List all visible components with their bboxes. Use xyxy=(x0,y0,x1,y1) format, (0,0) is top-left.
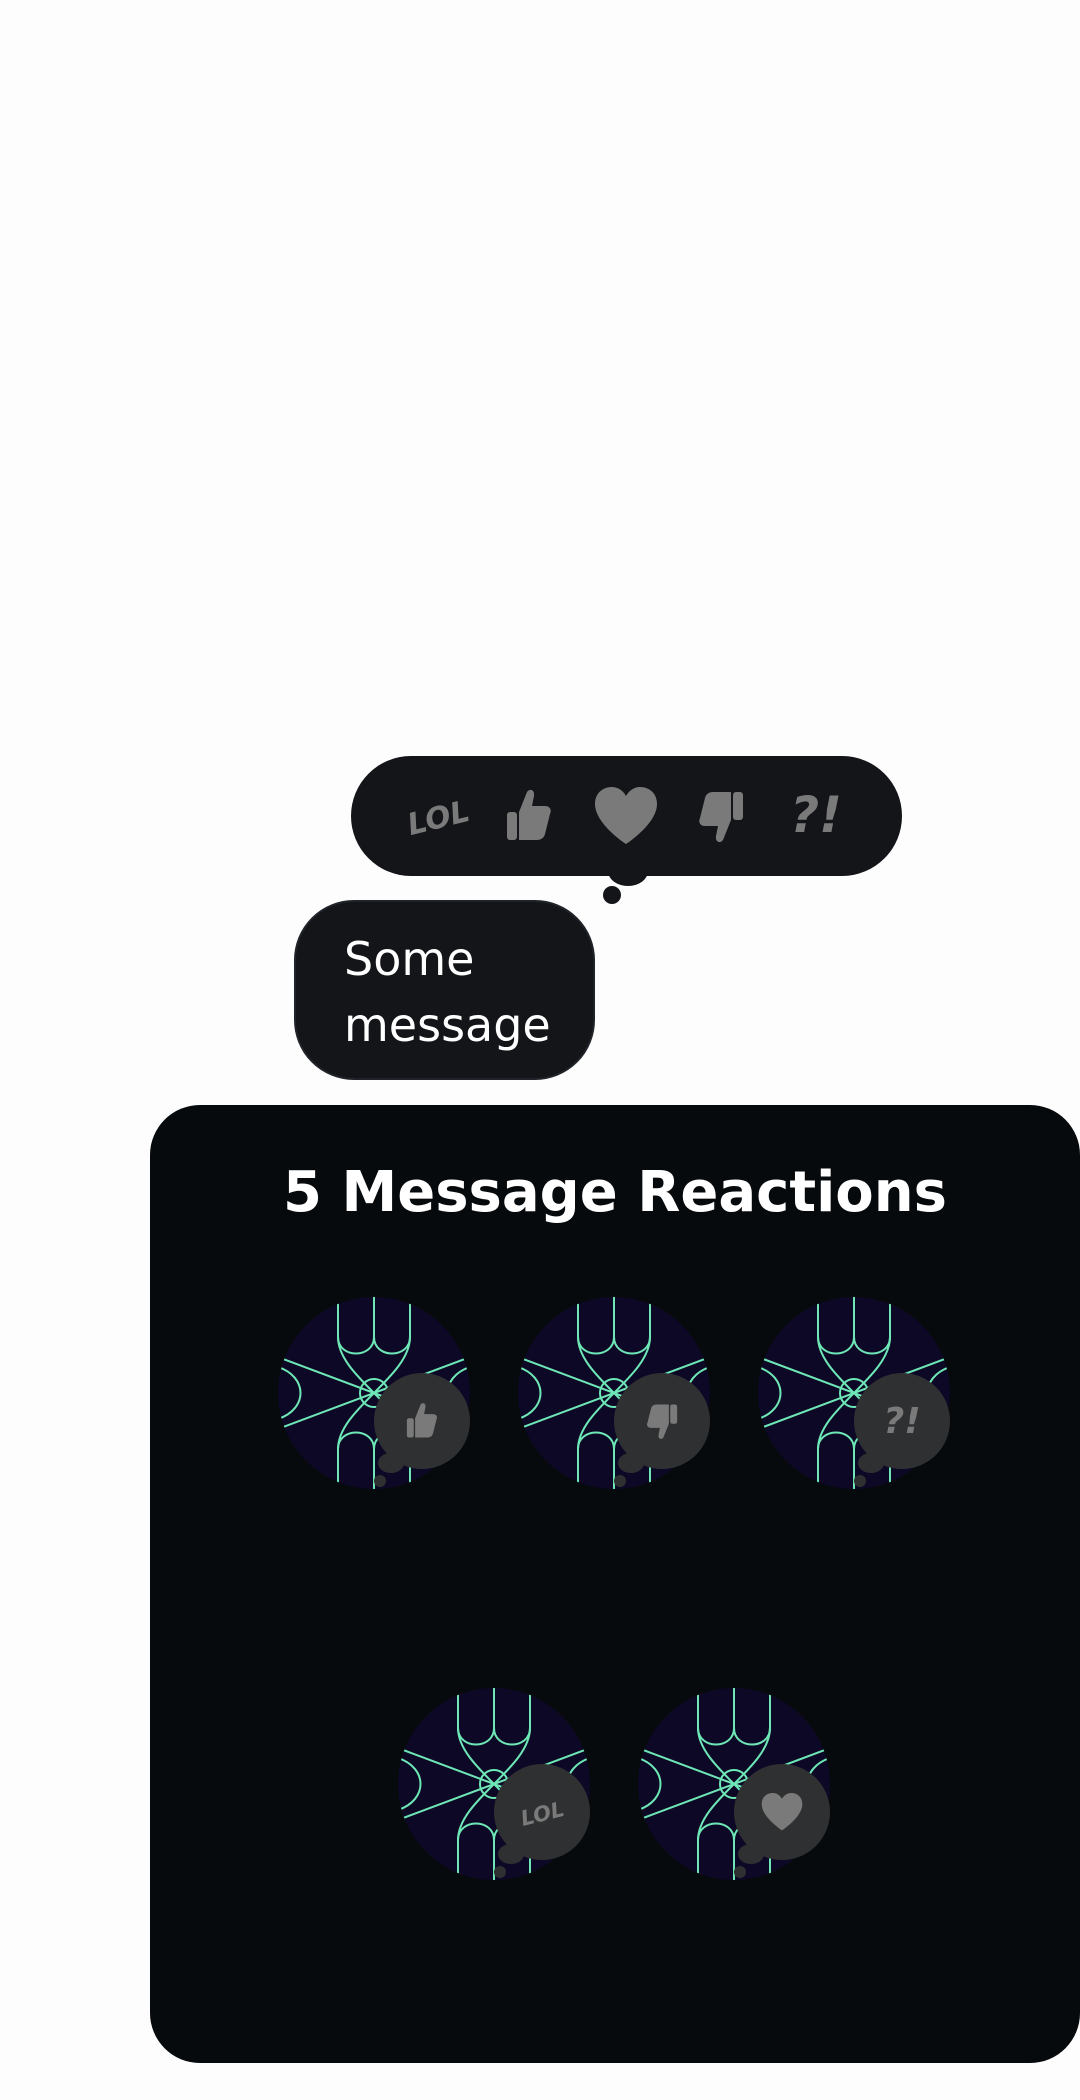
svg-text:?!: ?! xyxy=(883,1401,920,1442)
lol-icon: LOL xyxy=(404,794,473,843)
lol-icon: LOL xyxy=(518,1797,566,1831)
reactor-item[interactable]: ?! xyxy=(758,1297,958,1497)
reaction-lol-button[interactable]: LOL xyxy=(393,771,483,861)
reaction-question-exclamation-button[interactable]: ?! xyxy=(771,771,861,861)
reactor-item[interactable]: LOL xyxy=(398,1688,598,1888)
svg-text:?!: ?! xyxy=(790,786,842,844)
message-bubble[interactable]: Some message xyxy=(294,900,595,1080)
thumbs-down-icon xyxy=(647,1404,678,1439)
reactor-item[interactable] xyxy=(638,1688,838,1888)
reaction-badge xyxy=(374,1373,470,1469)
thumbs-down-icon xyxy=(699,792,743,843)
question-exclamation-icon: ?! xyxy=(883,1401,920,1442)
reactor-item[interactable] xyxy=(518,1297,718,1497)
reactions-panel-title: 5 Message Reactions xyxy=(283,1160,947,1225)
heart-icon xyxy=(761,1792,803,1831)
svg-text:LOL: LOL xyxy=(518,1797,566,1831)
picker-tail xyxy=(608,856,648,886)
reaction-thumbs-down-button[interactable] xyxy=(676,771,766,861)
heart-icon xyxy=(595,787,657,844)
message-text-line-2: message xyxy=(344,998,551,1052)
picker-tail-dot xyxy=(603,886,621,904)
svg-text:LOL: LOL xyxy=(404,794,473,843)
reaction-badge xyxy=(734,1764,830,1860)
reaction-badge: ?! xyxy=(854,1373,950,1469)
thumbs-up-icon xyxy=(507,789,551,840)
message-text-line-1: Some xyxy=(344,932,475,986)
reactor-item[interactable] xyxy=(278,1297,478,1497)
reaction-heart-button[interactable] xyxy=(581,771,671,861)
reaction-badge: LOL xyxy=(494,1764,590,1860)
reaction-thumbs-up-button[interactable] xyxy=(484,771,574,861)
reactions-panel: 5 Message Reactions ?! LOL xyxy=(150,1105,1080,2063)
question-exclamation-icon: ?! xyxy=(790,786,842,844)
reaction-badge xyxy=(614,1373,710,1469)
thumbs-up-icon xyxy=(406,1403,437,1438)
